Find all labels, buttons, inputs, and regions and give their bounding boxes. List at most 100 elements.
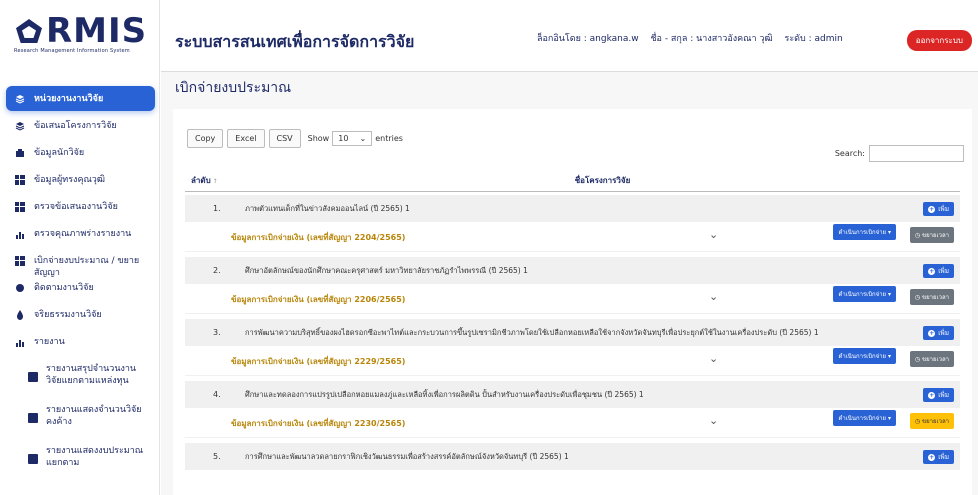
- disburse-button[interactable]: ดำเนินการเบิกจ่าย ▾: [833, 286, 896, 302]
- table-toolbar: Copy Excel CSV Show 10 ⌄ entries: [187, 129, 406, 148]
- row-header: 4. ศึกษาและทดลองการแปรรูปเปลือกหอยแมลงภู…: [185, 381, 960, 408]
- column-header-name[interactable]: ชื่อโครงการวิจัย: [245, 174, 960, 187]
- payment-info-link[interactable]: ข้อมูลการเบิกจ่ายเงิน (เลขที่สัญญา 2230/…: [231, 417, 405, 430]
- logo-subtitle: Research Management Information System: [14, 48, 130, 54]
- logo[interactable]: RMIS Research Management Information Sys…: [0, 0, 159, 70]
- logout-button[interactable]: ออกจากระบบ: [906, 30, 972, 51]
- sidebar-item-label: ตรวจคุณภาพร่างรายงาน: [34, 229, 132, 239]
- extend-label: ขยายเวลา: [922, 356, 949, 363]
- disburse-label: ดำเนินการเบิกจ่าย: [838, 229, 887, 236]
- sidebar-item-report-pending[interactable]: รายงานแสดงจำนวนวิจัยคงค้าง: [0, 403, 159, 443]
- sidebar-nav: หน่วยงานงานวิจัย ข้อเสนอโครงการวิจัย ข้อ…: [0, 70, 159, 484]
- sidebar-item-tracking[interactable]: ติดตามงานวิจัย: [0, 281, 159, 307]
- add-button[interactable]: + เพิ่ม: [923, 326, 954, 340]
- extend-label: ขยายเวลา: [922, 232, 949, 239]
- layers-icon: [14, 93, 26, 105]
- extend-label: ขยายเวลา: [922, 294, 949, 301]
- project-title: การพัฒนาความบริสุทธิ์ของผงไฮดรอกซีอะพาไท…: [245, 327, 819, 337]
- row-number: 1.: [213, 204, 221, 213]
- table-row: 4. ศึกษาและทดลองการแปรรูปเปลือกหอยแมลงภู…: [185, 381, 960, 438]
- show-label: Show: [307, 134, 330, 143]
- chevron-down-icon[interactable]: ⌄: [709, 352, 718, 365]
- extend-button[interactable]: ◷ ขยายเวลา: [909, 413, 954, 429]
- chevron-down-icon[interactable]: ⌄: [709, 228, 718, 241]
- row-header: 5. การศึกษาและพัฒนาลวดลายกราฟิกเชิงวัฒนธ…: [185, 443, 960, 470]
- column-header-no[interactable]: ลำดับ ↑: [185, 174, 245, 187]
- clock-icon: ◷: [914, 294, 923, 301]
- table-row: 3. การพัฒนาความบริสุทธิ์ของผงไฮดรอกซีอะพ…: [185, 319, 960, 376]
- sidebar-item-report-budget[interactable]: รายงานแสดงงบประมาณแยกตาม: [0, 444, 159, 484]
- login-info: ล็อกอินโดย : angkana.w: [537, 34, 639, 44]
- project-title: ศึกษาอัตลักษณ์ของนักศึกษาคณะครุศาสตร์ มห…: [245, 265, 528, 275]
- bar-chart-icon: [14, 336, 26, 348]
- sidebar-item-quality-check[interactable]: ตรวจคุณภาพร่างรายงาน: [0, 227, 159, 253]
- add-button[interactable]: + เพิ่ม: [923, 450, 954, 464]
- disburse-label: ดำเนินการเบิกจ่าย: [838, 291, 887, 298]
- sidebar-item-research-unit[interactable]: หน่วยงานงานวิจัย: [6, 86, 155, 111]
- excel-button[interactable]: Excel: [227, 129, 265, 148]
- logo-mark-icon: [14, 17, 44, 45]
- table-row: 2. ศึกษาอัตลักษณ์ของนักศึกษาคณะครุศาสตร์…: [185, 257, 960, 314]
- sidebar-item-label: รายงานแสดงจำนวนวิจัยคงค้าง: [46, 405, 142, 427]
- sidebar-item-label: ข้อมูลผู้ทรงคุณวุฒิ: [34, 175, 105, 185]
- sidebar-item-researchers[interactable]: ข้อมูลนักวิจัย: [0, 146, 159, 172]
- add-label: เพิ่ม: [938, 267, 949, 275]
- plus-circle-icon: +: [928, 205, 936, 213]
- project-title: การศึกษาและพัฒนาลวดลายกราฟิกเชิงวัฒนธรรม…: [245, 451, 569, 461]
- table-header: ลำดับ ↑ ชื่อโครงการวิจัย: [185, 169, 960, 192]
- disburse-label: ดำเนินการเบิกจ่าย: [838, 353, 887, 360]
- sidebar-item-label: ข้อเสนอโครงการวิจัย: [34, 121, 117, 131]
- extend-button[interactable]: ◷ ขยายเวลา: [909, 351, 954, 367]
- plus-circle-icon: +: [928, 453, 936, 461]
- csv-button[interactable]: CSV: [268, 129, 301, 148]
- add-label: เพิ่ม: [938, 329, 949, 337]
- entries-label: entries: [375, 134, 403, 143]
- row-number: 5.: [213, 452, 221, 461]
- project-title: ศึกษาและทดลองการแปรรูปเปลือกหอยแมลงภู่แล…: [245, 389, 644, 399]
- disburse-button[interactable]: ดำเนินการเบิกจ่าย ▾: [833, 410, 896, 426]
- disburse-button[interactable]: ดำเนินการเบิกจ่าย ▾: [833, 348, 896, 364]
- add-label: เพิ่ม: [938, 205, 949, 213]
- sidebar-item-label: เบิกจ่ายงบประมาณ / ขยายสัญญา: [34, 256, 140, 278]
- extend-label: ขยายเวลา: [922, 418, 949, 425]
- add-label: เพิ่ม: [938, 391, 949, 399]
- chevron-down-icon: ⌄: [359, 134, 367, 143]
- sidebar-item-ethics[interactable]: จริยธรรมงานวิจัย: [0, 308, 159, 334]
- disburse-button[interactable]: ดำเนินการเบิกจ่าย ▾: [833, 224, 896, 240]
- grid-icon: [14, 201, 26, 213]
- sidebar-item-report-funding[interactable]: รายงานสรุปจำนวนงานวิจัยแยกตามแหล่งทุน: [0, 362, 159, 402]
- sidebar-item-label: รายงานแสดงงบประมาณแยกตาม: [46, 446, 144, 468]
- sidebar-item-budget[interactable]: เบิกจ่ายงบประมาณ / ขยายสัญญา: [0, 254, 159, 280]
- square-icon: [28, 372, 38, 382]
- add-button[interactable]: + เพิ่ม: [923, 388, 954, 402]
- copy-button[interactable]: Copy: [187, 129, 224, 148]
- sort-icon: ↑: [212, 177, 218, 185]
- entries-select[interactable]: 10 ⌄: [332, 131, 373, 146]
- extend-button[interactable]: ◷ ขยายเวลา: [909, 227, 954, 243]
- layers-icon: [14, 120, 26, 132]
- payment-info-link[interactable]: ข้อมูลการเบิกจ่ายเงิน (เลขที่สัญญา 2229/…: [231, 355, 405, 368]
- row-detail: ข้อมูลการเบิกจ่ายเงิน (เลขที่สัญญา 2206/…: [185, 284, 960, 314]
- sidebar-item-label: ตรวจข้อเสนองานวิจัย: [34, 202, 118, 212]
- sidebar-item-label: ข้อมูลนักวิจัย: [34, 148, 85, 158]
- sidebar-item-experts[interactable]: ข้อมูลผู้ทรงคุณวุฒิ: [0, 173, 159, 199]
- row-number: 4.: [213, 390, 221, 399]
- sidebar-item-reports[interactable]: รายงาน: [0, 335, 159, 361]
- sidebar-item-review-proposals[interactable]: ตรวจข้อเสนองานวิจัย: [0, 200, 159, 226]
- plus-circle-icon: +: [928, 329, 936, 337]
- add-button[interactable]: + เพิ่ม: [923, 264, 954, 278]
- sidebar-item-proposals[interactable]: ข้อเสนอโครงการวิจัย: [0, 119, 159, 145]
- search-input[interactable]: [869, 145, 964, 162]
- payment-info-link[interactable]: ข้อมูลการเบิกจ่ายเงิน (เลขที่สัญญา 2206/…: [231, 293, 405, 306]
- add-button[interactable]: + เพิ่ม: [923, 202, 954, 216]
- chevron-down-icon[interactable]: ⌄: [709, 290, 718, 303]
- row-header: 1. ภาพตัวแทนเด็กที่ในข่าวสังคมออนไลน์ (ป…: [185, 195, 960, 222]
- row-detail: ข้อมูลการเบิกจ่ายเงิน (เลขที่สัญญา 2229/…: [185, 346, 960, 376]
- plus-circle-icon: +: [928, 267, 936, 275]
- extend-button[interactable]: ◷ ขยายเวลา: [909, 289, 954, 305]
- row-detail: ข้อมูลการเบิกจ่ายเงิน (เลขที่สัญญา 2204/…: [185, 222, 960, 252]
- payment-info-link[interactable]: ข้อมูลการเบิกจ่ายเงิน (เลขที่สัญญา 2204/…: [231, 231, 405, 244]
- row-number: 3.: [213, 328, 221, 337]
- chevron-down-icon[interactable]: ⌄: [709, 414, 718, 427]
- clock-icon: ◷: [914, 232, 923, 239]
